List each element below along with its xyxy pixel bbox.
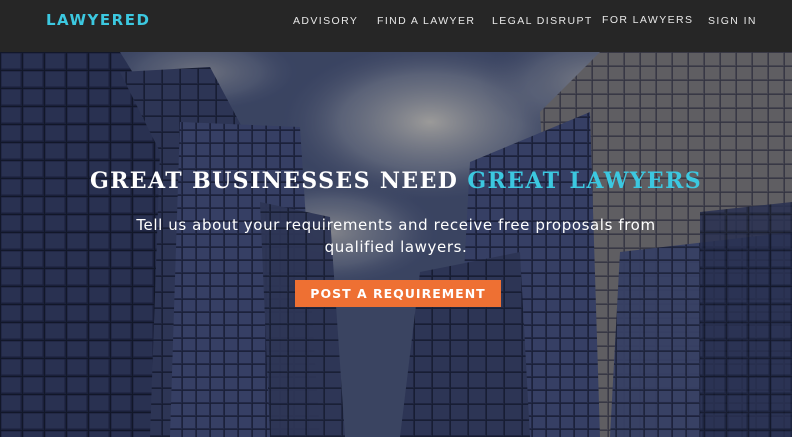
hero-subtitle: Tell us about your requirements and rece… [136, 216, 656, 256]
nav-item-legal-disrupt[interactable]: LEGAL DISRUPT [492, 15, 593, 27]
hero-headline: GREAT BUSINESSES NEED GREAT LAWYERS [0, 168, 792, 194]
headline-part-1: GREAT BUSINESSES NEED [89, 168, 459, 194]
headline-part-2: GREAT LAWYERS [467, 168, 703, 194]
nav-item-advisory[interactable]: ADVISORY [293, 15, 358, 27]
hero-section: GREAT BUSINESSES NEED GREAT LAWYERS Tell… [0, 52, 792, 437]
nav-item-sign-in[interactable]: SIGN IN [708, 15, 757, 27]
top-navbar: LAWYERED ADVISORY FIND A LAWYER LEGAL DI… [0, 0, 792, 52]
brand-logo[interactable]: LAWYERED [46, 11, 150, 29]
nav-item-for-lawyers[interactable]: FOR LAWYERS [602, 14, 693, 26]
nav-item-find-a-lawyer[interactable]: FIND A LAWYER [377, 15, 475, 27]
post-requirement-button[interactable]: POST A REQUIREMENT [295, 280, 501, 307]
